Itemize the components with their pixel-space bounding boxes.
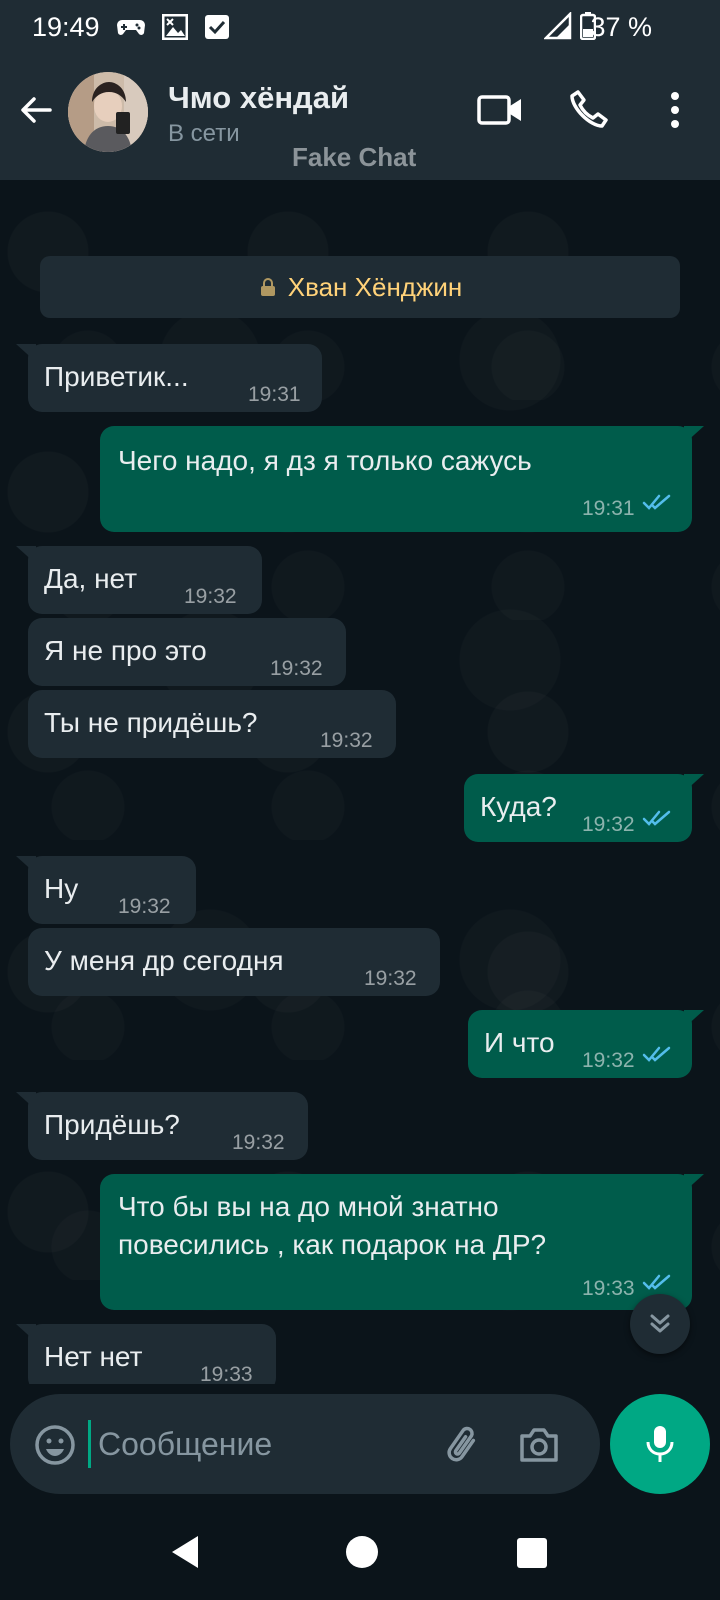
message-text: Придёшь?: [44, 1109, 180, 1140]
scroll-to-bottom-button[interactable]: [630, 1294, 690, 1354]
message-incoming[interactable]: У меня др сегодня 19:32: [28, 928, 440, 996]
nav-recents-icon[interactable]: [517, 1538, 547, 1568]
bubble-tail: [16, 856, 36, 874]
bubble-tail: [684, 1010, 704, 1028]
voice-record-button[interactable]: [610, 1394, 710, 1494]
status-time: 19:49: [32, 12, 100, 42]
gamepad-icon: [117, 20, 145, 35]
phone-call-icon[interactable]: [566, 88, 610, 132]
watermark-text: Fake Chat: [292, 142, 417, 172]
message-text-line: повесились , как подарок на ДР?: [118, 1229, 547, 1260]
message-time: 19:32: [320, 729, 373, 752]
text-caret: [88, 1420, 91, 1468]
message-text: Ты не придёшь?: [44, 707, 258, 738]
signal-icon: [544, 12, 572, 40]
message-outgoing[interactable]: И что 19:32: [468, 1010, 704, 1078]
contact-status: В сети: [168, 120, 240, 147]
chat-messages-area[interactable]: Хван Хёнджин Приветик... 19:31 Чего надо…: [0, 180, 720, 1384]
message-incoming[interactable]: Нет нет 19:33: [16, 1324, 276, 1384]
checkbox-icon: [205, 15, 229, 39]
status-bar: 19:49 37 %: [0, 0, 720, 56]
message-text: Куда?: [480, 791, 557, 822]
bubble-tail: [684, 426, 704, 444]
message-time: 19:32: [270, 657, 323, 680]
back-arrow-icon[interactable]: [14, 88, 58, 132]
contact-avatar[interactable]: [68, 72, 148, 152]
message-time: 19:31: [582, 497, 635, 520]
banner-text: Хван Хёнджин: [287, 271, 463, 302]
message-time: 19:32: [232, 1131, 285, 1154]
message-text: Нет нет: [44, 1341, 143, 1372]
lock-icon: [260, 278, 275, 296]
message-text: И что: [484, 1027, 555, 1058]
message-incoming[interactable]: Да, нет 19:32: [16, 546, 262, 614]
message-input[interactable]: [98, 1416, 428, 1472]
status-system-icons: [544, 12, 596, 40]
paperclip-icon[interactable]: [442, 1422, 488, 1468]
message-composer: [0, 1384, 720, 1504]
status-notification-icons: [116, 14, 230, 40]
battery-percent: 37 %: [590, 12, 652, 42]
bubble-tail: [16, 1324, 36, 1342]
double-check-icon: [642, 494, 671, 510]
message-text: Я не про это: [44, 635, 207, 666]
gallery-icon: [162, 14, 188, 40]
message-time: 19:33: [200, 1363, 253, 1384]
bubble-tail: [16, 1092, 36, 1110]
message-text: У меня др сегодня: [44, 945, 284, 976]
message-outgoing[interactable]: Что бы вы на до мной знатно повесились ,…: [100, 1174, 704, 1310]
message-incoming[interactable]: Ну 19:32: [16, 856, 196, 924]
message-text: Приветик...: [44, 361, 189, 392]
double-chevron-down-icon: [650, 1314, 670, 1333]
message-time: 19:32: [582, 1049, 635, 1072]
message-text: Да, нет: [44, 563, 138, 594]
double-check-icon: [642, 1046, 671, 1062]
message-outgoing[interactable]: Чего надо, я дз я только сажусь 19:31: [100, 426, 704, 532]
message-text: Чего надо, я дз я только сажусь: [118, 445, 532, 476]
message-time: 19:32: [582, 813, 635, 836]
bubble-tail: [16, 546, 36, 564]
video-call-icon[interactable]: [476, 88, 524, 132]
message-incoming[interactable]: Придёшь? 19:32: [16, 1092, 308, 1160]
chat-header: Чмо хёндай В сети Fake Chat: [0, 56, 720, 180]
double-check-icon: [642, 1274, 671, 1290]
bubble-tail: [684, 774, 704, 792]
message-outgoing[interactable]: Куда? 19:32: [464, 774, 704, 842]
message-time: 19:32: [118, 895, 171, 918]
bubble-tail: [684, 1174, 704, 1192]
nav-home-icon[interactable]: [346, 1536, 378, 1568]
message-text-line: Что бы вы на до мной знатно: [118, 1191, 499, 1222]
message-incoming[interactable]: Я не про это 19:32: [28, 618, 346, 686]
system-navigation-bar: [0, 1504, 720, 1600]
microphone-icon: [646, 1426, 674, 1462]
contact-info-banner[interactable]: Хван Хёнджин: [40, 256, 680, 318]
composer-pill: [10, 1394, 600, 1494]
message-incoming[interactable]: Приветик... 19:31: [16, 344, 322, 412]
bubble-tail: [16, 344, 36, 362]
message-time: 19:33: [582, 1277, 635, 1300]
message-text: Ну: [44, 873, 79, 904]
message-time: 19:32: [364, 967, 417, 990]
message-incoming[interactable]: Ты не придёшь? 19:32: [28, 690, 396, 758]
more-options-icon[interactable]: [660, 88, 690, 132]
contact-name[interactable]: Чмо хёндай: [168, 80, 349, 116]
nav-back-icon[interactable]: [168, 1534, 204, 1570]
message-time: 19:32: [184, 585, 237, 608]
emoji-icon[interactable]: [34, 1424, 76, 1466]
camera-icon[interactable]: [516, 1422, 562, 1468]
double-check-icon: [642, 810, 671, 826]
message-time: 19:31: [248, 383, 301, 406]
